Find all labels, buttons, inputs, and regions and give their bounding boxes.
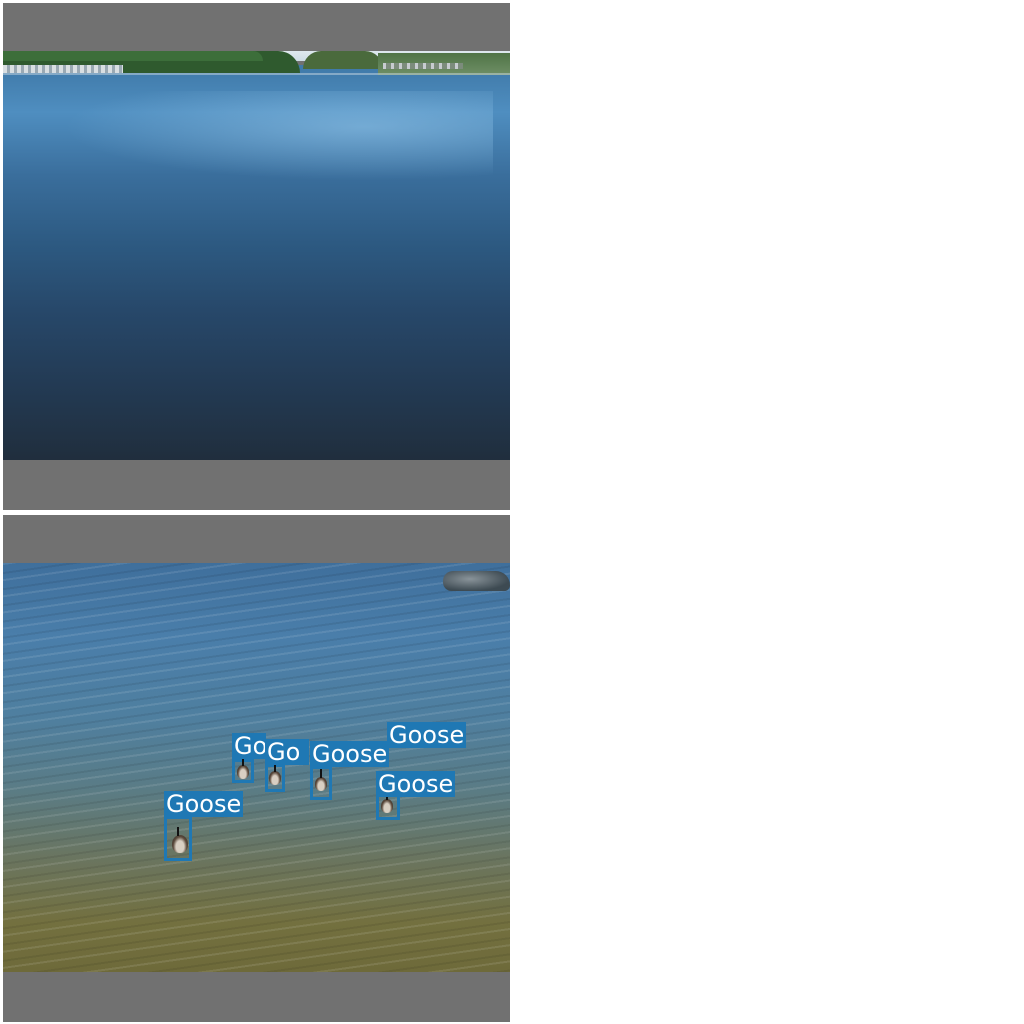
image-panel-bottom: Go Go Goose Goose Goose Goose bbox=[3, 515, 510, 1022]
goose bbox=[381, 791, 393, 813]
detection-label: Go bbox=[232, 733, 266, 759]
detection-label: Goose bbox=[164, 791, 244, 817]
lake-photo bbox=[3, 51, 510, 460]
goose bbox=[269, 763, 281, 785]
shoreline-houses bbox=[383, 63, 463, 69]
waterline bbox=[3, 73, 510, 75]
goose bbox=[315, 769, 327, 791]
marina-boats bbox=[3, 65, 123, 73]
detection-label: Goose bbox=[376, 771, 456, 797]
rocks bbox=[443, 571, 510, 591]
water-reflection bbox=[63, 91, 493, 181]
water-ripples bbox=[3, 563, 510, 972]
goose bbox=[237, 757, 249, 779]
geese-photo: Go Go Goose Goose Goose Goose bbox=[3, 563, 510, 972]
detection-label: Go bbox=[265, 739, 309, 765]
island bbox=[303, 51, 383, 69]
tree-canopy-left bbox=[3, 51, 263, 61]
goose bbox=[172, 827, 188, 853]
detection-label: Goose bbox=[387, 722, 467, 748]
detection-label: Goose bbox=[310, 741, 390, 767]
image-panel-top bbox=[3, 3, 510, 510]
